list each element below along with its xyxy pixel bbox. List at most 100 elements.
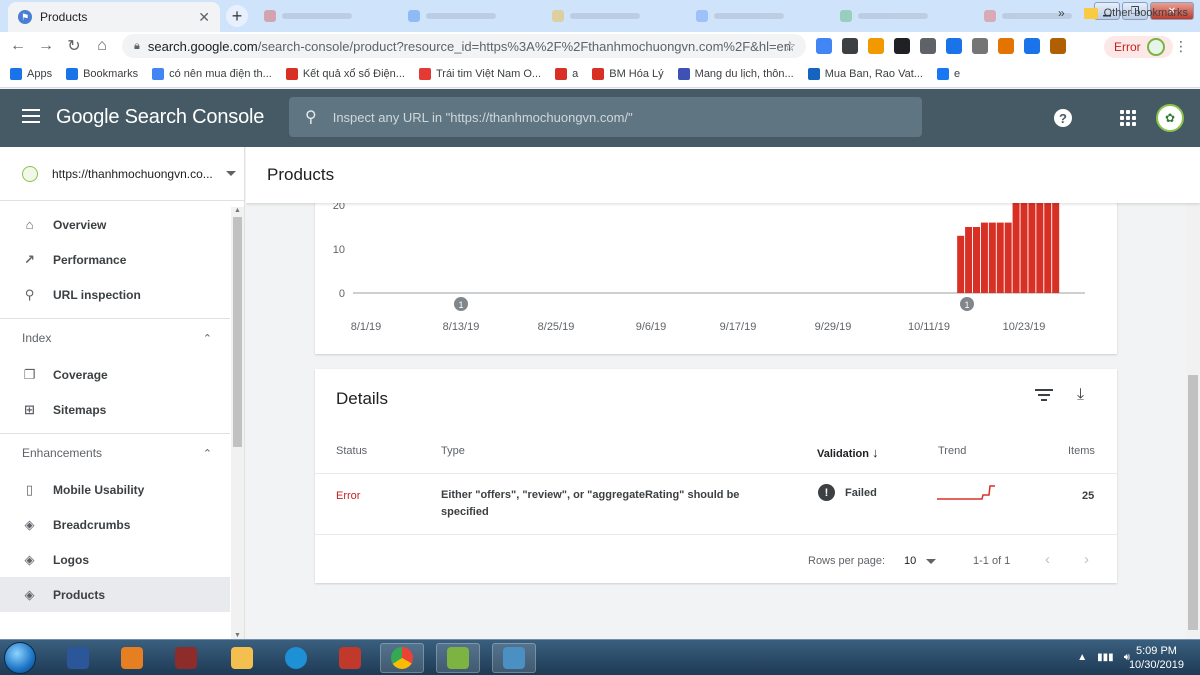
sidebar-item-performance[interactable]: ↗ Performance (0, 242, 230, 277)
omnibox[interactable]: 🔒︎ search.google.com/search-console/prod… (122, 34, 806, 58)
file-explorer-taskbar-icon[interactable] (220, 643, 264, 673)
account-avatar[interactable]: ✿ (1156, 104, 1184, 132)
tag-extension-icon[interactable] (1024, 38, 1040, 54)
cookie-extension-icon[interactable] (998, 38, 1014, 54)
col-type[interactable]: Type (441, 445, 465, 457)
chart-bar (965, 227, 973, 293)
incognito-extension-icon[interactable] (842, 38, 858, 54)
star-icon (66, 67, 79, 80)
start-button[interactable] (4, 642, 36, 674)
media-player-taskbar-icon[interactable] (110, 643, 154, 673)
scroll-up-icon[interactable]: ▲ (234, 207, 241, 214)
sidebar-item-products[interactable]: ◈ Products (0, 577, 230, 612)
tab-close-icon[interactable]: ✕ (198, 9, 210, 26)
background-tab[interactable] (400, 6, 540, 26)
col-validation[interactable]: Validation ↓ (817, 445, 879, 460)
forward-button[interactable]: → (32, 32, 60, 60)
main-scroll-thumb[interactable] (1188, 375, 1198, 630)
property-selector[interactable]: https://thanhmochuongvn.co... (0, 147, 244, 201)
home-button[interactable]: ⌂ (88, 32, 116, 60)
sort-arrow-down-icon[interactable]: ↓ (872, 445, 879, 460)
background-tab[interactable] (832, 6, 972, 26)
sidebar-item-label: Performance (53, 252, 127, 267)
clock[interactable]: 5:09 PM 10/30/2019 (1129, 644, 1184, 672)
bookmarks-overflow-button[interactable]: » (1058, 6, 1065, 20)
chart-app-taskbar-icon[interactable] (436, 643, 480, 673)
sidebar-item-sitemaps[interactable]: ⊞ Sitemaps (0, 392, 230, 427)
other-bookmarks[interactable]: Other bookmarks (1083, 7, 1188, 19)
sidebar-item-logos[interactable]: ◈ Logos (0, 542, 230, 577)
game-taskbar-icon[interactable] (164, 643, 208, 673)
filter-icon[interactable] (1035, 389, 1053, 401)
coverage-icon: ❐ (23, 366, 36, 382)
chevron-up-icon[interactable]: ⌃ (203, 332, 212, 345)
sidebar-item-overview[interactable]: ⌂ Overview (0, 207, 230, 242)
y-tick-label: 10 (333, 244, 345, 256)
col-trend[interactable]: Trend (938, 445, 966, 457)
sidebar-item-mobile-usability[interactable]: ▯ Mobile Usability (0, 472, 230, 507)
ball-extension-icon[interactable] (972, 38, 988, 54)
section-header-section_index[interactable]: Index ⌃ (0, 319, 230, 357)
bookmark-item[interactable]: Bookmarks (66, 67, 138, 80)
counter-extension-icon[interactable] (920, 38, 936, 54)
browser-menu-icon[interactable]: ⋮ (1174, 38, 1188, 55)
col-status[interactable]: Status (336, 445, 367, 457)
network-icon[interactable]: ▮▮▮ (1097, 652, 1114, 663)
chrome-taskbar-icon[interactable] (380, 643, 424, 673)
reload-button[interactable]: ↻ (60, 32, 88, 60)
download-icon[interactable]: ⤓ (1077, 386, 1084, 404)
next-page-icon[interactable]: › (1084, 551, 1089, 568)
bookmark-item[interactable]: Kết quả xổ số Điện... (285, 67, 405, 80)
bookmark-item[interactable]: a (555, 67, 578, 80)
garena-taskbar-icon[interactable] (328, 643, 372, 673)
main-scrollbar[interactable] (1186, 203, 1200, 639)
background-tab[interactable] (688, 6, 828, 26)
caret-down-icon[interactable] (226, 171, 236, 176)
new-tab-button[interactable]: + (226, 5, 248, 27)
section-header-section_enhancements[interactable]: Enhancements ⌃ (0, 434, 230, 472)
product-logo[interactable]: Google Search Console (56, 106, 264, 129)
other-bookmarks-label: Other bookmarks (1103, 7, 1188, 19)
rows-per-page-dropdown-icon[interactable] (926, 559, 936, 564)
background-tab[interactable] (256, 6, 396, 26)
col-items[interactable]: Items (1068, 445, 1095, 457)
translate-extension-icon[interactable] (816, 38, 832, 54)
screenshot-app-taskbar-icon[interactable] (492, 643, 536, 673)
google-apps-icon[interactable] (1120, 110, 1136, 126)
cookie2-extension-icon[interactable] (1050, 38, 1066, 54)
sidebar-scrollbar[interactable]: ▲ ▼ (231, 207, 244, 639)
sidebar-item-url-inspection[interactable]: ⚲ URL inspection (0, 277, 230, 312)
bookmark-item[interactable]: Trái tim Việt Nam O... (418, 67, 541, 80)
bookmark-extension-icon[interactable] (946, 38, 962, 54)
bookmark-item[interactable]: Mua Ban, Rao Vat... (807, 67, 923, 80)
help-icon[interactable]: ? (1054, 109, 1072, 127)
bookmark-item[interactable]: Apps (10, 67, 52, 80)
tab-active[interactable]: ⚑ Products ✕ (8, 2, 220, 32)
lock-icon[interactable]: 🔒︎ (134, 40, 140, 53)
tray-expand-icon[interactable]: ▲ (1077, 652, 1087, 663)
chevron-up-icon[interactable]: ⌃ (203, 447, 212, 460)
rows-per-page-select[interactable]: 10 (904, 555, 916, 567)
gear-extension-icon[interactable] (868, 38, 884, 54)
bookmark-item[interactable]: Mang du lịch, thôn... (677, 67, 794, 80)
sidebar-item-coverage[interactable]: ❐ Coverage (0, 357, 230, 392)
back-button[interactable]: ← (4, 32, 32, 60)
bookmark-star-icon[interactable]: ☆ (783, 38, 796, 55)
url-text[interactable]: search.google.com/search-console/product… (148, 39, 791, 54)
sidebar-item-breadcrumbs[interactable]: ◈ Breadcrumbs (0, 507, 230, 542)
facebook-icon (936, 67, 949, 80)
profile-error-pill[interactable]: Error (1104, 36, 1173, 58)
scroll-down-icon[interactable]: ▼ (234, 632, 241, 639)
background-tab[interactable] (544, 6, 684, 26)
bookmark-item[interactable]: BM Hóa Lý (592, 67, 664, 80)
sidebar-scroll-thumb[interactable] (233, 217, 242, 447)
hamburger-menu-icon[interactable] (22, 109, 40, 123)
prev-page-icon[interactable]: ‹ (1045, 551, 1050, 568)
search-input[interactable]: Inspect any URL in "https://thanhmochuon… (333, 110, 633, 125)
internet-explorer-taskbar-icon[interactable] (274, 643, 318, 673)
word-taskbar-icon[interactable] (56, 643, 100, 673)
url-inspect-search[interactable]: ⚲ Inspect any URL in "https://thanhmochu… (289, 97, 922, 137)
bookmark-item[interactable]: có nên mua điện th... (152, 67, 272, 80)
bookmark-item[interactable]: e (936, 67, 960, 80)
w-extension-icon[interactable] (894, 38, 910, 54)
